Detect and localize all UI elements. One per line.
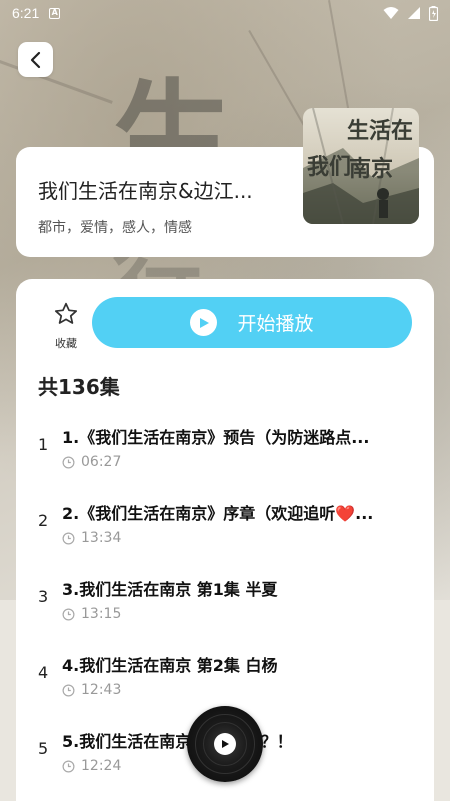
episode-item[interactable]: 4 4.我们生活在南京 第2集 白杨 12:43: [16, 633, 434, 709]
episode-index: 5: [38, 739, 49, 758]
cover-title-mid: 我们: [307, 154, 351, 180]
episode-duration: 13:15: [62, 606, 121, 622]
star-icon: [54, 302, 78, 324]
clock-icon: [62, 760, 75, 772]
episode-duration-text: 13:15: [81, 606, 122, 622]
episode-title: 3.我们生活在南京 第1集 半夏: [62, 580, 278, 599]
episode-title: 1.《我们生活在南京》预告（为防迷路点...: [62, 428, 370, 447]
disc-play-icon: [214, 733, 236, 755]
episode-title: 4.我们生活在南京 第2集 白杨: [62, 656, 278, 675]
episode-duration-text: 12:43: [81, 682, 122, 698]
episode-duration-text: 13:34: [81, 530, 122, 546]
cover-title-bottom: 南京: [349, 156, 393, 182]
clock-icon: [62, 532, 75, 544]
episode-duration-text: 06:27: [81, 454, 122, 470]
status-icons: [383, 5, 438, 21]
status-time: 6:21: [12, 5, 40, 21]
album-cover: 生活在 我们 南京: [303, 108, 419, 224]
favorite-button[interactable]: 收藏: [50, 301, 82, 351]
episode-index: 2: [38, 511, 49, 530]
cover-title-top: 生活在: [347, 118, 413, 144]
clock-icon: [62, 608, 75, 620]
sim-icon: A: [49, 7, 61, 19]
episode-title: 2.《我们生活在南京》序章（欢迎追听❤️...: [62, 504, 374, 523]
cover-art: 生活在 我们 南京: [303, 108, 419, 224]
signal-icon: [408, 7, 420, 19]
start-play-button[interactable]: 开始播放: [92, 297, 412, 348]
episode-item[interactable]: 2 2.《我们生活在南京》序章（欢迎追听❤️... 13:34: [16, 481, 434, 557]
start-play-label: 开始播放: [237, 313, 314, 335]
episode-duration: 12:43: [62, 682, 121, 698]
album-tags: 都市，爱情，感人，情感: [38, 220, 192, 236]
episode-index: 4: [38, 663, 49, 682]
episode-count: 共136集: [38, 375, 120, 399]
back-button[interactable]: [18, 42, 53, 77]
chevron-left-icon: [30, 51, 40, 68]
episode-item[interactable]: 3 3.我们生活在南京 第1集 半夏 13:15: [16, 557, 434, 633]
clock-icon: [62, 684, 75, 696]
episode-duration: 13:34: [62, 530, 121, 546]
episode-item[interactable]: 1 1.《我们生活在南京》预告（为防迷路点... 06:27: [16, 405, 434, 481]
status-bar: 6:21 A: [0, 0, 450, 26]
episode-duration: 06:27: [62, 454, 121, 470]
episode-duration-text: 12:24: [81, 758, 122, 774]
battery-icon: [429, 5, 438, 21]
favorite-label: 收藏: [55, 337, 77, 350]
episode-index: 3: [38, 587, 49, 606]
episode-index: 1: [38, 435, 49, 454]
wifi-icon: [383, 7, 399, 19]
play-icon: [190, 309, 218, 336]
album-title: 我们生活在南京&边江...: [38, 179, 253, 203]
mini-player-disc-button[interactable]: [187, 706, 263, 782]
clock-icon: [62, 456, 75, 468]
episode-duration: 12:24: [62, 758, 121, 774]
